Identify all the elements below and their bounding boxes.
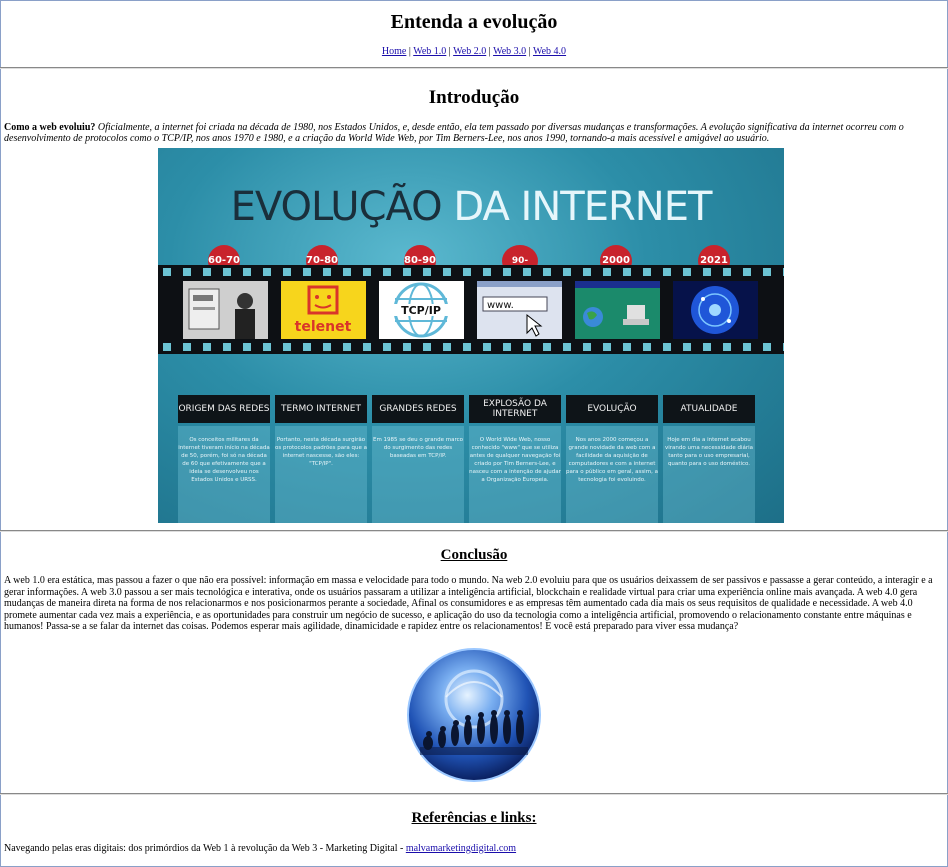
filmstrip: telenet TCP/IP www.: [158, 265, 784, 354]
evolution-globe-illustration: [407, 647, 541, 782]
nav-link-web3[interactable]: Web 3.0: [493, 46, 526, 57]
evolution-infographic: EVOLUÇÃO DA INTERNET 60-70 70-80 80-90 9…: [158, 148, 784, 523]
top-nav: Home | Web 1.0 | Web 2.0 | Web 3.0 | Web…: [4, 46, 944, 58]
telenet-text: telenet: [295, 319, 352, 335]
reference-item: Navegando pelas eras digitais: dos primó…: [4, 843, 944, 855]
divider: [0, 67, 948, 69]
timeline-column-heading: ORIGEM DAS REDES: [178, 395, 270, 423]
intro-body: Oficialmente, a internet foi criada na d…: [4, 122, 904, 144]
conclusion-paragraph: A web 1.0 era estática, mas passou a faz…: [4, 575, 933, 632]
nav-separator: |: [528, 46, 531, 57]
conclusion-heading: Conclusão: [440, 547, 508, 563]
nav-link-home[interactable]: Home: [382, 46, 406, 57]
intro-lead: Como a web evoluiu?: [4, 122, 96, 133]
nav-link-web1[interactable]: Web 1.0: [413, 46, 446, 57]
timeline-column-text: Os conceitos militares da internet tiver…: [178, 426, 270, 523]
film-holes: [158, 268, 784, 276]
timeline-column-heading: EXPLOSÃO DA INTERNET: [469, 395, 561, 423]
nav-link-web4[interactable]: Web 4.0: [533, 46, 566, 57]
reference-text: Navegando pelas eras digitais: dos primó…: [4, 842, 406, 854]
photo-frame-digital-globe: [673, 281, 758, 339]
infographic-title-dark: EVOLUÇÃO: [230, 184, 443, 230]
intro-heading: Introdução: [428, 87, 520, 108]
photo-frame-telenet: telenet: [281, 281, 366, 339]
reference-link[interactable]: malvamarketingdigital.com: [406, 843, 516, 854]
photo-frame-tcpip: TCP/IP: [379, 281, 464, 339]
timeline-column-heading: EVOLUÇÃO: [566, 395, 658, 423]
nav-separator: |: [488, 46, 491, 57]
human-evolution-image: [406, 647, 542, 783]
page-title: Entenda a evolução: [390, 11, 558, 33]
nav-separator: |: [448, 46, 451, 57]
divider: [0, 530, 948, 532]
timeline-column-text: O World Wide Web, nosso conhecido "www" …: [469, 426, 561, 523]
timeline-column-text: Portanto, nesta década surgirão os proto…: [275, 426, 367, 523]
photo-frame-desktop: [575, 281, 660, 339]
photo-frame-www: www.: [477, 281, 562, 339]
timeline-column-text: Nos anos 2000 começou a grande novidade …: [566, 426, 658, 523]
nav-link-web2[interactable]: Web 2.0: [453, 46, 486, 57]
timeline-column-heading: GRANDES REDES: [372, 395, 464, 423]
timeline-column-text: Hoje em dia a internet acabou virando um…: [663, 426, 755, 523]
infographic-title-light: DA INTERNET: [453, 184, 712, 230]
film-holes: [158, 343, 784, 351]
timeline-column-heading: ATUALIDADE: [663, 395, 755, 423]
timeline-column-text: Em 1985 se deu o grande marco do surgime…: [372, 426, 464, 523]
infographic-title: EVOLUÇÃO DA INTERNET: [158, 185, 784, 229]
tcpip-text: TCP/IP: [401, 304, 441, 317]
intro-paragraph: Como a web evoluiu? Oficialmente, a inte…: [4, 122, 944, 144]
photo-frame-computer: [183, 281, 268, 339]
nav-separator: |: [408, 46, 411, 57]
www-text: www.: [487, 300, 514, 311]
divider: [0, 792, 948, 795]
timeline-column-heading: TERMO INTERNET: [275, 395, 367, 423]
references-heading: Referências e links:: [411, 809, 537, 826]
